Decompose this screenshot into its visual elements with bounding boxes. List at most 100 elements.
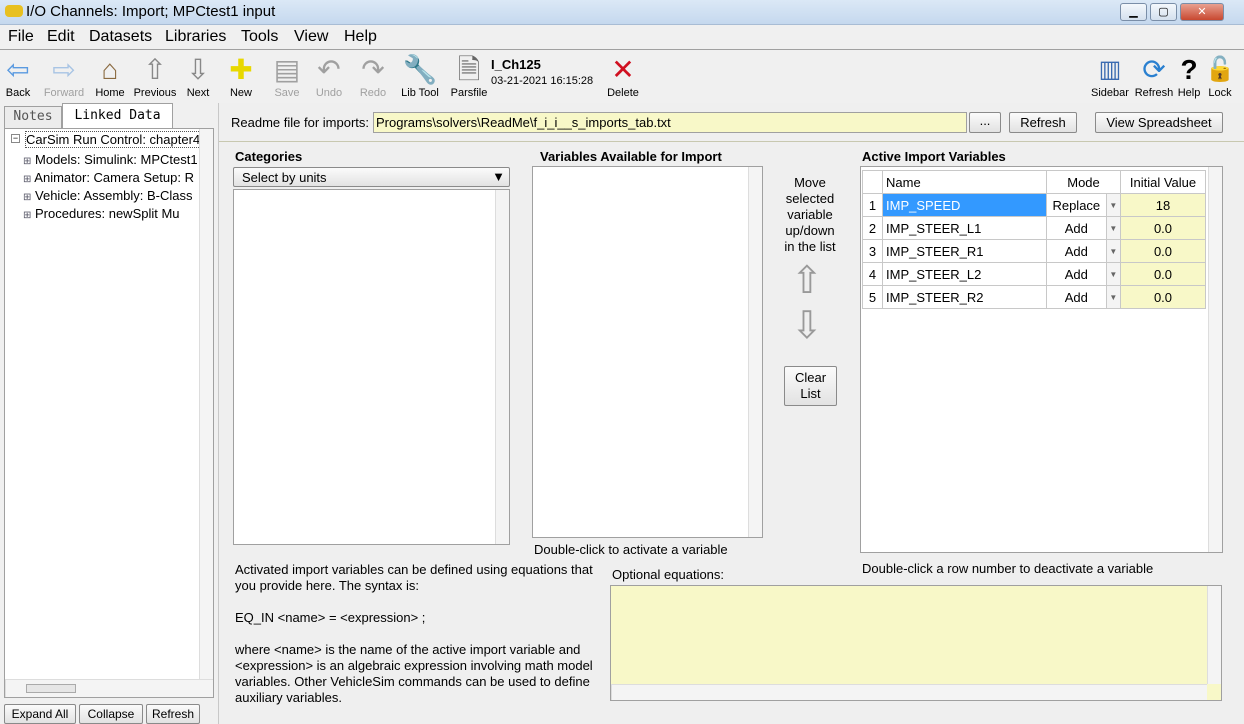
lock-button[interactable]: 🔓 Lock [1198, 53, 1242, 99]
row-number[interactable]: 1 [862, 193, 883, 217]
scrollbar[interactable] [1207, 586, 1221, 684]
menu-file[interactable]: File [8, 28, 34, 46]
close-button[interactable]: ✕ [1180, 3, 1224, 21]
mode-select[interactable]: Add [1046, 216, 1107, 240]
wrench-icon: 🔧 [402, 54, 438, 85]
categories-label: Categories [235, 149, 303, 164]
menu-edit[interactable]: Edit [47, 28, 75, 46]
optional-equations-textarea[interactable] [610, 585, 1222, 701]
browse-button[interactable]: ... [969, 112, 1001, 133]
variable-name[interactable]: IMP_STEER_L2 [882, 262, 1047, 286]
undo-button[interactable]: ↶ Undo [307, 53, 351, 99]
variable-name[interactable]: IMP_STEER_L1 [882, 216, 1047, 240]
save-icon: ▤ [273, 54, 301, 85]
home-button[interactable]: ⌂ Home [88, 53, 132, 99]
arrow-left-icon: ⇦ [6, 54, 30, 85]
variable-name[interactable]: IMP_SPEED [882, 193, 1047, 217]
collapse-button[interactable]: Collapse [79, 704, 143, 724]
mode-select[interactable]: Add [1046, 262, 1107, 286]
collapse-icon[interactable]: − [11, 134, 20, 143]
window-title: I/O Channels: Import; MPCtest1 input [26, 3, 276, 20]
equations-label: Optional equations: [612, 567, 725, 582]
row-number[interactable]: 3 [862, 239, 883, 263]
chevron-down-icon[interactable]: ▼ [1105, 285, 1122, 309]
readme-label: Readme file for imports: [231, 115, 369, 130]
chevron-down-icon[interactable]: ▼ [1105, 262, 1122, 286]
grid-scrollbar[interactable] [1208, 167, 1222, 552]
parsfile-button[interactable]: 🗎 Parsfile [447, 53, 491, 99]
sidebar-button[interactable]: ▥ Sidebar [1088, 53, 1132, 99]
grid-row[interactable]: 2 IMP_STEER_L1 Add ▼ 0.0 [862, 216, 1206, 240]
categories-list[interactable] [233, 189, 510, 545]
move-up-button[interactable]: ⇧ [791, 262, 823, 300]
tab-notes[interactable]: Notes [4, 106, 62, 128]
scroll-thumb[interactable] [26, 684, 76, 693]
scrollbar[interactable] [495, 190, 509, 544]
mode-select[interactable]: Add [1046, 239, 1107, 263]
row-number[interactable]: 4 [862, 262, 883, 286]
grid-row[interactable]: 5 IMP_STEER_R2 Add ▼ 0.0 [862, 285, 1206, 309]
libtool-button[interactable]: 🔧 Lib Tool [398, 53, 442, 99]
grid-row[interactable]: 4 IMP_STEER_L2 Add ▼ 0.0 [862, 262, 1206, 286]
tree-item-vehicle[interactable]: ⊞ Vehicle: Assembly: B-Class [23, 188, 201, 203]
menu-bar: File Edit Datasets Libraries Tools View … [0, 25, 1244, 50]
tree-item-procedures[interactable]: ⊞ Procedures: newSplit Mu [23, 206, 201, 221]
available-hint: Double-click to activate a variable [534, 542, 728, 557]
readme-refresh-button[interactable]: Refresh [1009, 112, 1077, 133]
expand-all-button[interactable]: Expand All [4, 704, 76, 724]
scrollbar[interactable] [611, 684, 1207, 700]
tree-horizontal-scrollbar[interactable] [5, 679, 213, 697]
save-button[interactable]: ▤ Save [265, 53, 309, 99]
tree-refresh-button[interactable]: Refresh [146, 704, 200, 724]
initial-value[interactable]: 0.0 [1120, 262, 1206, 286]
variable-name[interactable]: IMP_STEER_R1 [882, 239, 1047, 263]
view-spreadsheet-button[interactable]: View Spreadsheet [1095, 112, 1223, 133]
delete-button[interactable]: ✕ Delete [601, 53, 645, 99]
grid-row[interactable]: 3 IMP_STEER_R1 Add ▼ 0.0 [862, 239, 1206, 263]
tree-item-models[interactable]: ⊞ Models: Simulink: MPCtest1 [23, 152, 201, 167]
back-button[interactable]: ⇦ Back [0, 53, 40, 99]
row-number[interactable]: 5 [862, 285, 883, 309]
chevron-down-icon[interactable]: ▼ [1105, 216, 1122, 240]
expand-icon: ⊞ [23, 156, 32, 167]
menu-datasets[interactable]: Datasets [89, 28, 152, 46]
next-button[interactable]: ⇩ Next [176, 53, 220, 99]
initial-value[interactable]: 0.0 [1120, 216, 1206, 240]
move-down-button[interactable]: ⇩ [791, 307, 823, 345]
available-variables-list[interactable] [532, 166, 763, 538]
tree-vertical-scrollbar[interactable] [199, 129, 213, 679]
initial-value[interactable]: 0.0 [1120, 239, 1206, 263]
chevron-down-icon[interactable]: ▼ [1105, 193, 1122, 217]
clear-list-button[interactable]: Clear List [784, 366, 837, 406]
variable-name[interactable]: IMP_STEER_R2 [882, 285, 1047, 309]
dataset-date: 03-21-2021 16:15:28 [491, 75, 594, 87]
tab-linked-data[interactable]: Linked Data [62, 103, 173, 128]
arrow-up-icon: ⇧ [791, 260, 823, 302]
minimize-button[interactable]: ▁ [1120, 3, 1147, 21]
mode-select[interactable]: Replace [1046, 193, 1107, 217]
chevron-down-icon[interactable]: ▼ [1105, 239, 1122, 263]
delete-icon: ✕ [611, 54, 635, 85]
scrollbar[interactable] [748, 167, 762, 537]
mode-select[interactable]: Add [1046, 285, 1107, 309]
sidebar-icon: ▥ [1098, 56, 1122, 83]
initial-value[interactable]: 0.0 [1120, 285, 1206, 309]
menu-help[interactable]: Help [344, 28, 377, 46]
menu-view[interactable]: View [294, 28, 328, 46]
tree-item-animator[interactable]: ⊞ Animator: Camera Setup: R [23, 170, 201, 185]
categories-select[interactable]: Select by units ▼ [233, 167, 510, 187]
previous-button[interactable]: ⇧ Previous [133, 53, 177, 99]
expand-icon: ⊞ [23, 174, 32, 185]
initial-value[interactable]: 18 [1120, 193, 1206, 217]
menu-tools[interactable]: Tools [241, 28, 278, 46]
redo-button[interactable]: ↷ Redo [351, 53, 395, 99]
grid-row[interactable]: 1 IMP_SPEED Replace ▼ 18 [862, 193, 1206, 217]
readme-file-input[interactable]: Programs\solvers\ReadMe\f_i_i__s_imports… [373, 112, 967, 133]
row-number[interactable]: 2 [862, 216, 883, 240]
menu-libraries[interactable]: Libraries [165, 28, 226, 46]
maximize-button[interactable]: ▢ [1150, 3, 1177, 21]
new-button[interactable]: ✚ New [219, 53, 263, 99]
tree-root[interactable]: CarSim Run Control: chapter4 [25, 131, 201, 148]
column-mode: Mode [1046, 170, 1121, 194]
forward-button[interactable]: ⇨ Forward [42, 53, 86, 99]
